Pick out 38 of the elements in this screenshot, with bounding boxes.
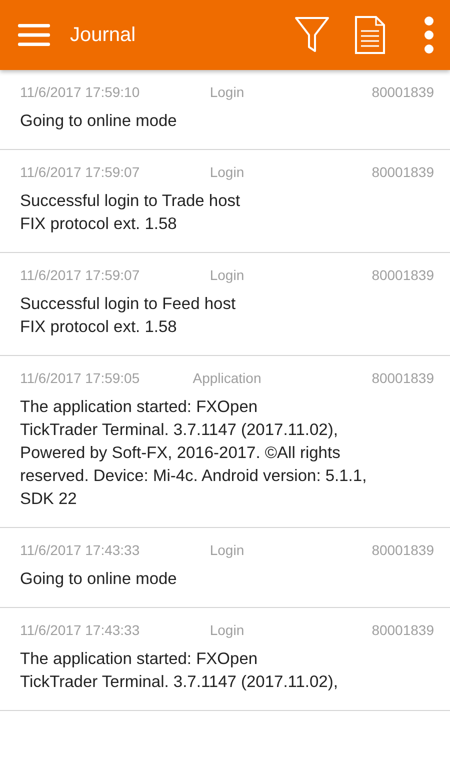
entry-time: 11/6/2017 17:59:07 [20, 164, 140, 180]
entry-time: 11/6/2017 17:59:10 [20, 84, 140, 100]
entry-category: Login [210, 164, 244, 180]
entry-message: The application started: FXOpen TickTrader Terminal. 3.7.1147 (2017.11.02), Powered by Soft-FX, 2016-2017. ©All rights reserved. Device: Mi-4c. Android version: 5.1.1, SDK 22 [20, 397, 368, 510]
entry-time: 11/6/2017 17:43:33 [20, 542, 140, 558]
more-icon [424, 16, 434, 54]
entry-account: 80001839 [372, 622, 434, 638]
entry-time: 11/6/2017 17:59:05 [20, 370, 140, 386]
filter-icon [294, 16, 330, 54]
more-button[interactable] [424, 16, 434, 54]
entry-category: Login [210, 622, 244, 638]
journal-entry[interactable]: 11/6/2017 17:59:10 Login 80001839 Going to online mode [0, 70, 450, 150]
entry-message: Going to online mode [20, 569, 178, 590]
journal-entry[interactable]: 11/6/2017 17:43:33 Login 80001839 Going to online mode [0, 528, 450, 608]
entry-account: 80001839 [372, 267, 434, 283]
entry-category: Application [192, 370, 262, 386]
entry-message: Successful login to Trade host FIX protocol ext. 1.58 [20, 191, 242, 235]
entry-account: 80001839 [372, 370, 434, 386]
entry-account: 80001839 [372, 164, 434, 180]
menu-button[interactable] [18, 24, 50, 46]
entry-account: 80001839 [372, 542, 434, 558]
entry-account: 80001839 [372, 84, 434, 100]
entry-time: 11/6/2017 17:43:33 [20, 622, 140, 638]
entry-message: Going to online mode [20, 111, 178, 132]
entry-category: Login [210, 267, 244, 283]
document-button[interactable] [354, 15, 386, 55]
entry-category: Login [210, 542, 244, 558]
filter-button[interactable] [294, 16, 330, 54]
entry-time: 11/6/2017 17:59:07 [20, 267, 140, 283]
screen-title: Journal [70, 24, 137, 46]
document-icon [354, 15, 386, 55]
entry-category: Login [210, 84, 244, 100]
journal-entry[interactable]: 11/6/2017 17:43:33 Login 80001839 The application started: FXOpen TickTrader Terminal. 3.7.1147 (2017.11.02), [0, 608, 450, 711]
journal-entry[interactable]: 11/6/2017 17:59:07 Login 80001839 Successful login to Trade host FIX protocol ext. 1.58 [0, 150, 450, 253]
entry-message: The application started: FXOpen TickTrader Terminal. 3.7.1147 (2017.11.02), [20, 649, 339, 693]
entry-message: Successful login to Feed host FIX protocol ext. 1.58 [20, 294, 237, 338]
menu-icon [18, 24, 50, 46]
journal-entry[interactable]: 11/6/2017 17:59:07 Login 80001839 Successful login to Feed host FIX protocol ext. 1.58 [0, 253, 450, 356]
